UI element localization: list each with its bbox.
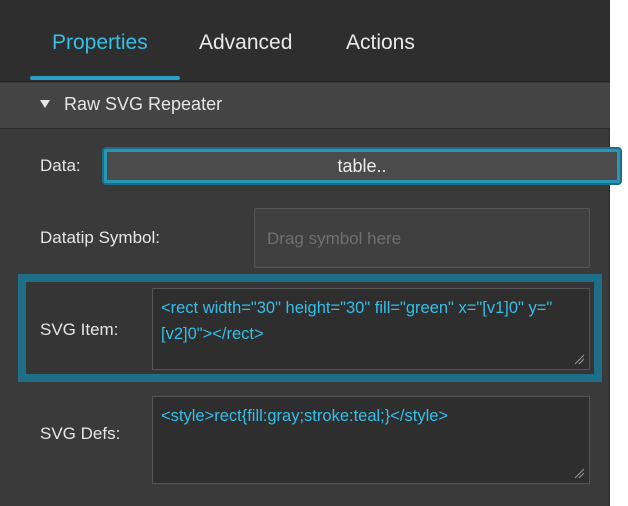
section-title: Raw SVG Repeater [64,94,223,114]
svg-item-textarea[interactable]: <rect width="30" height="30" fill="green… [152,288,590,370]
tab-actions[interactable]: Actions [346,26,415,60]
tab-bar: Properties Advanced Actions [0,0,610,82]
svg-defs-textarea[interactable]: <style>rect{fill:gray;stroke:teal;}</sty… [152,396,590,484]
data-field[interactable]: table.. [104,149,620,183]
datatip-symbol-drop-target[interactable]: Drag symbol here [254,208,590,268]
svg-defs-label: SVG Defs: [40,424,121,443]
tab-properties[interactable]: Properties [52,26,148,60]
triangle-down-icon [40,100,50,108]
svg-item-label: SVG Item: [40,320,119,339]
svg-defs-text: <style>rect{fill:gray;stroke:teal;}</sty… [161,407,449,425]
tab-advanced[interactable]: Advanced [199,26,292,60]
resize-grip-icon[interactable] [573,467,585,479]
data-label: Data: [40,156,81,175]
section-header-raw-svg-repeater[interactable]: Raw SVG Repeater [0,83,610,129]
datatip-symbol-label: Datatip Symbol: [40,228,160,247]
svg-item-text: <rect width="30" height="30" fill="green… [161,299,553,343]
properties-panel: Properties Advanced Actions Raw SVG Repe… [0,0,620,506]
datatip-symbol-placeholder: Drag symbol here [267,229,402,248]
resize-grip-icon[interactable] [573,353,585,365]
active-tab-indicator [30,76,180,80]
